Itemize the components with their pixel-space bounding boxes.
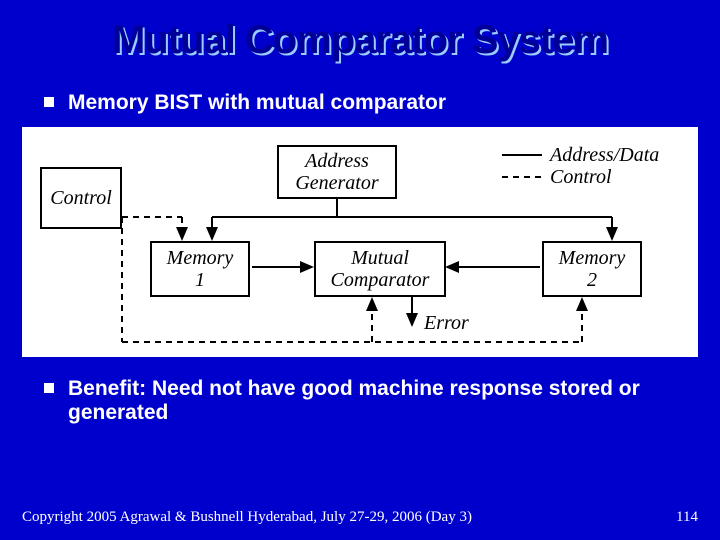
- diagram-container: Control Address Generator Memory 1 Mutua…: [22, 127, 698, 357]
- bullet-text: Benefit: Need not have good machine resp…: [68, 377, 676, 425]
- slide-title: Mutual Comparator System: [0, 0, 720, 63]
- legend-address-data: Address/Data: [550, 144, 659, 167]
- bullet-item: Memory BIST with mutual comparator: [44, 91, 676, 115]
- bullet-item: Benefit: Need not have good machine resp…: [44, 377, 676, 425]
- mutual-l1: Mutual: [351, 247, 409, 269]
- mem1-l2: 1: [195, 269, 205, 291]
- control-label: Control: [50, 187, 112, 209]
- mem1-l1: Memory: [167, 247, 234, 269]
- bullet-list: Memory BIST with mutual comparator: [0, 63, 720, 115]
- memory-1-block: Memory 1: [150, 241, 250, 297]
- control-block: Control: [40, 167, 122, 229]
- copyright-text: Copyright 2005 Agrawal & Bushnell Hydera…: [22, 509, 472, 526]
- mutual-comparator-block: Mutual Comparator: [314, 241, 446, 297]
- mem2-l1: Memory: [559, 247, 626, 269]
- mutual-l2: Comparator: [331, 269, 430, 291]
- memory-2-block: Memory 2: [542, 241, 642, 297]
- bullet-marker: [44, 97, 54, 107]
- legend-control: Control: [550, 166, 612, 189]
- address-generator-block: Address Generator: [277, 145, 397, 199]
- error-label: Error: [424, 312, 469, 335]
- addr-gen-l2: Generator: [295, 172, 378, 194]
- bullet-marker: [44, 383, 54, 393]
- addr-gen-l1: Address: [305, 150, 369, 172]
- slide-footer: Copyright 2005 Agrawal & Bushnell Hydera…: [22, 509, 698, 526]
- mem2-l2: 2: [587, 269, 597, 291]
- block-diagram: Control Address Generator Memory 1 Mutua…: [22, 127, 698, 357]
- page-number: 114: [676, 509, 698, 526]
- bullet-text: Memory BIST with mutual comparator: [68, 91, 446, 115]
- bullet-list-2: Benefit: Need not have good machine resp…: [0, 371, 720, 425]
